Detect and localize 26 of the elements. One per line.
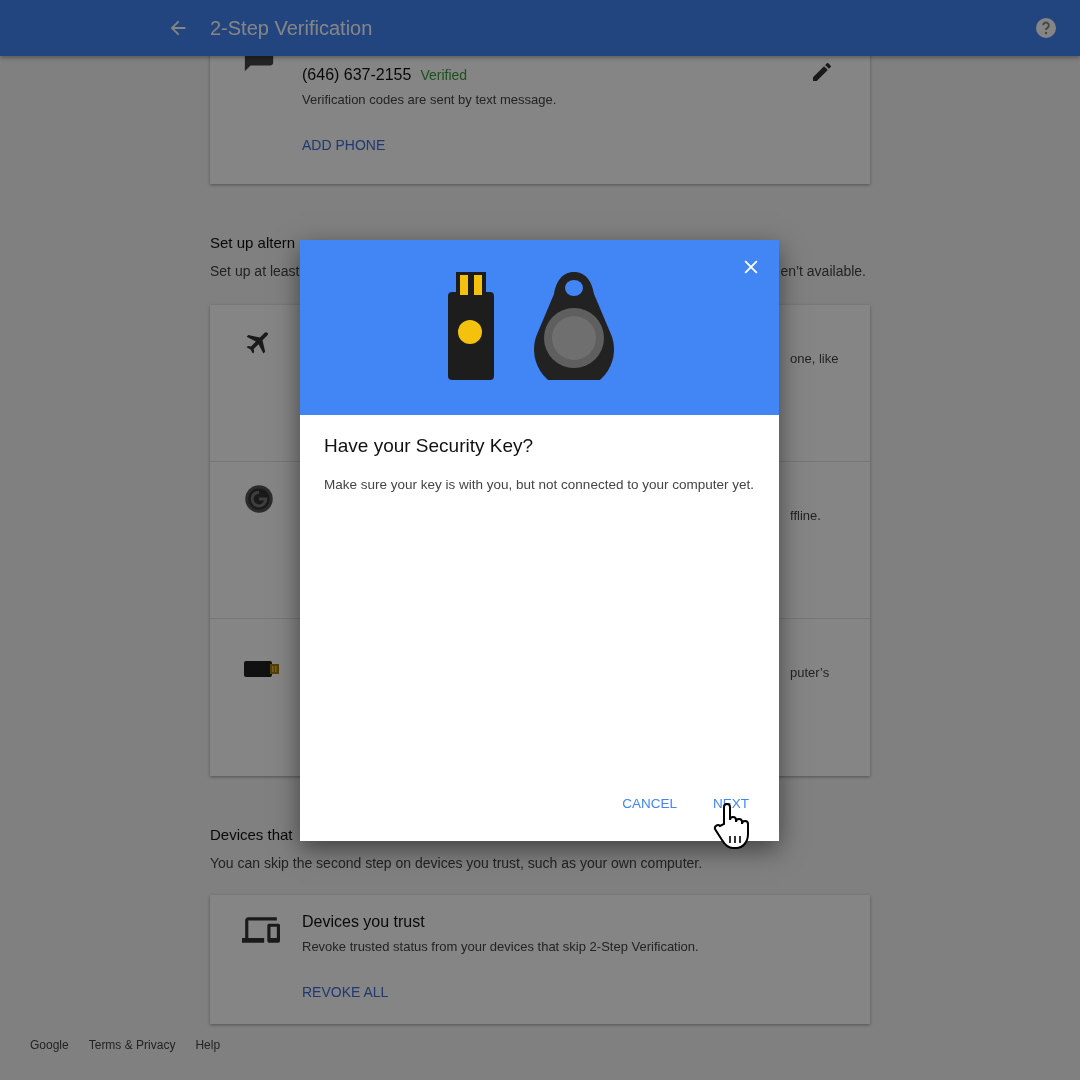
section-subtitle: Set up at least <box>210 263 300 279</box>
footer-link[interactable]: Help <box>195 1038 221 1052</box>
dialog-button[interactable]: CANCEL <box>608 790 691 817</box>
dialog-message: Make sure your key is with you, but not connected to your computer yet. <box>324 476 755 494</box>
revoke-all-link[interactable]: REVOKE ALL <box>302 984 389 1000</box>
description: Verification codes are sent by text message. <box>302 92 558 107</box>
section-heading: Set up altern <box>210 234 297 251</box>
footer-link[interactable]: Terms & Privacy <box>88 1038 176 1052</box>
usb-key-icon <box>244 659 280 679</box>
help-icon[interactable] <box>1034 16 1058 40</box>
authenticator-icon <box>244 484 274 514</box>
phone-number: (646) 637-2155 <box>302 66 412 84</box>
description: Revoke trusted status from your devices that skip 2-Step Verification. <box>302 939 700 954</box>
page-title: 2-Step Verification <box>210 16 373 40</box>
add-phone-link[interactable]: ADD PHONE <box>302 137 386 153</box>
dialog-title: Have your Security Key? <box>324 435 535 457</box>
footer-link[interactable]: Google <box>30 1038 69 1052</box>
option-description: one, like <box>790 351 840 368</box>
verified-status: Verified <box>420 67 468 83</box>
option-description: ffline. <box>790 508 822 525</box>
section-heading: Devices that <box>210 826 294 843</box>
card-title: Devices you trust <box>302 913 426 931</box>
edit-icon[interactable] <box>810 60 834 84</box>
section-subtitle: en’t available. <box>780 263 866 279</box>
section-subtitle: You can skip the second step on devices you trust, such as your own computer. <box>210 855 704 871</box>
option-description: puter’s <box>790 665 831 682</box>
